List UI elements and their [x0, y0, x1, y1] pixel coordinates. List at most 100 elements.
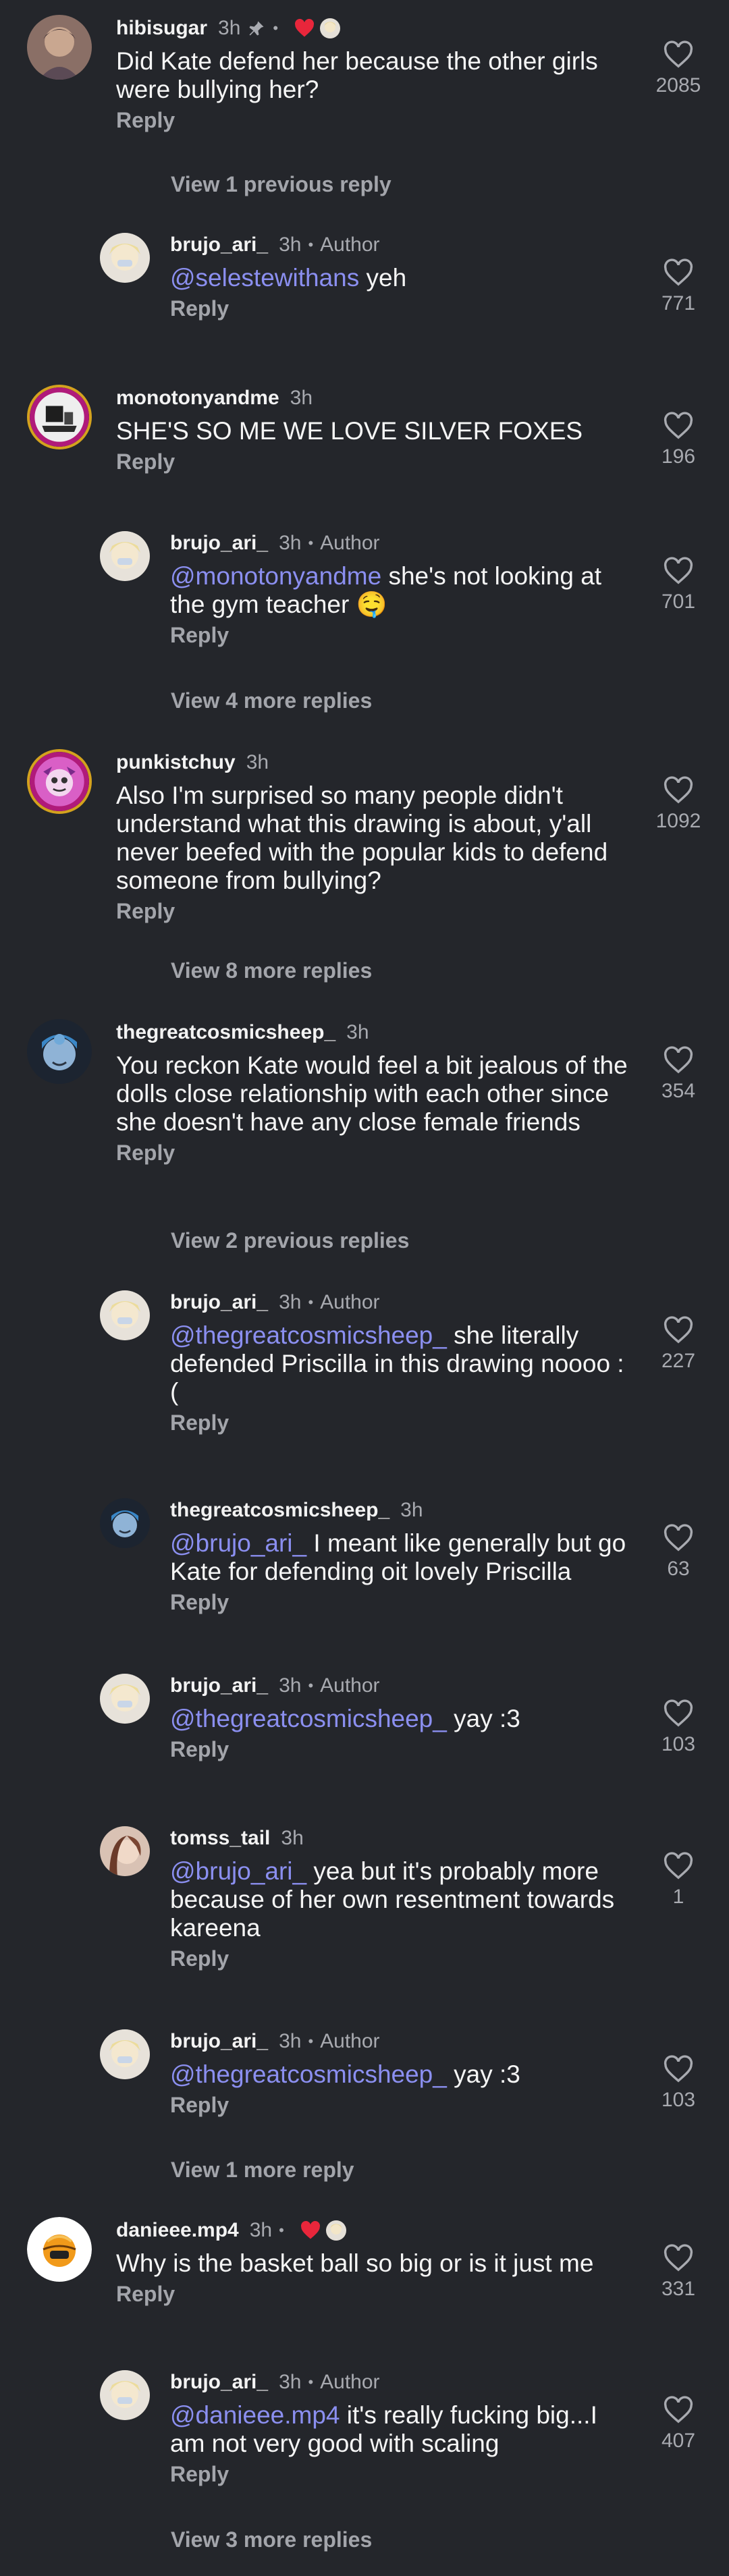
author-badge: Author: [320, 1674, 380, 1697]
avatar[interactable]: [100, 1290, 150, 1340]
heart-icon: [664, 1699, 693, 1727]
avatar[interactable]: [100, 233, 150, 283]
timestamp: 3h: [281, 1827, 304, 1849]
heart-icon: [664, 776, 693, 804]
reply-button[interactable]: Reply: [116, 108, 629, 133]
avatar[interactable]: [27, 15, 92, 80]
timestamp: 3h: [290, 387, 313, 409]
username[interactable]: punkistchuy: [116, 751, 236, 774]
username[interactable]: brujo_ari_: [170, 1674, 268, 1697]
avatar[interactable]: [27, 2217, 92, 2282]
reply-button[interactable]: Reply: [170, 2093, 629, 2118]
like-button[interactable]: 63: [648, 1524, 709, 1581]
comment-item: monotonyandme 3h SHE'S SO ME WE LOVE SIL…: [0, 385, 729, 493]
creator-liked-heart-icon: [300, 2220, 321, 2240]
heart-icon: [664, 258, 693, 286]
username[interactable]: monotonyandme: [116, 387, 279, 410]
author-badge: Author: [320, 532, 380, 554]
avatar[interactable]: [100, 1674, 150, 1724]
username[interactable]: brujo_ari_: [170, 2371, 268, 2394]
heart-icon: [664, 2055, 693, 2083]
like-button[interactable]: 1092: [648, 776, 709, 833]
like-button[interactable]: 2085: [648, 40, 709, 97]
creator-avatar-icon: [325, 2220, 346, 2241]
reply-button[interactable]: Reply: [116, 899, 629, 924]
view-replies-link[interactable]: View 2 previous replies: [171, 1228, 409, 1253]
comment-item: danieee.mp4 3h • Why is the basket ball …: [0, 2217, 729, 2325]
mention-link[interactable]: @thegreatcosmicsheep_: [170, 1321, 447, 1349]
timestamp: 3h: [249, 2219, 273, 2241]
like-button[interactable]: 227: [648, 1316, 709, 1373]
heart-icon: [664, 1524, 693, 1552]
username[interactable]: brujo_ari_: [170, 532, 268, 555]
like-button[interactable]: 771: [648, 258, 709, 315]
reply-button[interactable]: Reply: [170, 1410, 629, 1435]
separator-dot: •: [308, 2374, 314, 2390]
comment-item: thegreatcosmicsheep_ 3h You reckon Kate …: [0, 1019, 729, 1215]
like-button[interactable]: 1: [648, 1852, 709, 1909]
heart-icon: [664, 1046, 693, 1074]
like-button[interactable]: 331: [648, 2244, 709, 2301]
username[interactable]: thegreatcosmicsheep_: [116, 1021, 335, 1044]
view-replies-link[interactable]: View 3 more replies: [171, 2527, 372, 2552]
mention-link[interactable]: @brujo_ari_: [170, 1857, 306, 1885]
like-count: 354: [661, 1080, 696, 1102]
reply-button[interactable]: Reply: [170, 1590, 629, 1615]
reply-button[interactable]: Reply: [116, 2282, 629, 2307]
username[interactable]: brujo_ari_: [170, 234, 268, 256]
username[interactable]: brujo_ari_: [170, 1291, 268, 1314]
heart-icon: [664, 1852, 693, 1880]
timestamp: 3h: [279, 2030, 302, 2052]
avatar[interactable]: [100, 1498, 150, 1548]
creator-liked-heart-icon: [294, 18, 315, 38]
avatar[interactable]: [27, 1019, 92, 1084]
mention-link[interactable]: @selestewithans: [170, 264, 359, 292]
reply-item: brujo_ari_ 3h • Author @danieee.mp4 it's…: [0, 2369, 729, 2511]
mention-link[interactable]: @brujo_ari_: [170, 1529, 306, 1557]
like-count: 771: [661, 292, 696, 314]
comment-text: SHE'S SO ME WE LOVE SILVER FOXES: [116, 417, 583, 445]
reply-button[interactable]: Reply: [116, 1141, 629, 1166]
like-button[interactable]: 103: [648, 2055, 709, 2112]
author-badge: Author: [320, 234, 380, 256]
view-replies-link[interactable]: View 4 more replies: [171, 688, 372, 713]
avatar[interactable]: [100, 531, 150, 581]
username[interactable]: brujo_ari_: [170, 2030, 268, 2053]
reply-button[interactable]: Reply: [170, 623, 629, 648]
mention-link[interactable]: @danieee.mp4: [170, 2401, 340, 2429]
username[interactable]: danieee.mp4: [116, 2219, 239, 2242]
mention-link[interactable]: @monotonyandme: [170, 562, 381, 590]
avatar[interactable]: [100, 2029, 150, 2079]
username[interactable]: hibisugar: [116, 17, 207, 40]
like-button[interactable]: 701: [648, 557, 709, 613]
like-button[interactable]: 103: [648, 1699, 709, 1756]
avatar[interactable]: [27, 385, 92, 449]
comment-item: hibisugar 3h • Did Kate defend her becau…: [0, 15, 729, 157]
view-replies-link[interactable]: View 1 previous reply: [171, 172, 392, 197]
heart-icon: [664, 2396, 693, 2423]
timestamp: 3h: [279, 234, 302, 256]
username[interactable]: thegreatcosmicsheep_: [170, 1499, 389, 1522]
like-button[interactable]: 196: [648, 412, 709, 468]
separator-dot: •: [308, 236, 314, 253]
mention-link[interactable]: @thegreatcosmicsheep_: [170, 2060, 447, 2088]
reply-button[interactable]: Reply: [170, 1737, 629, 1762]
reply-item: brujo_ari_ 3h • Author @selestewithans y…: [0, 231, 729, 339]
reply-item: brujo_ari_ 3h • Author @monotonyandme sh…: [0, 530, 729, 665]
reply-button[interactable]: Reply: [170, 2462, 629, 2487]
mention-link[interactable]: @thegreatcosmicsheep_: [170, 1705, 447, 1732]
view-replies-link[interactable]: View 1 more reply: [171, 2158, 354, 2183]
reply-button[interactable]: Reply: [116, 449, 629, 474]
comment-text: Why is the basket ball so big or is it j…: [116, 2249, 594, 2277]
avatar[interactable]: [27, 749, 92, 814]
like-button[interactable]: 354: [648, 1046, 709, 1103]
username[interactable]: tomss_tail: [170, 1827, 270, 1850]
avatar[interactable]: [100, 1826, 150, 1876]
pin-icon: [247, 19, 266, 38]
reply-button[interactable]: Reply: [170, 1946, 629, 1971]
like-button[interactable]: 407: [648, 2396, 709, 2452]
reply-button[interactable]: Reply: [170, 296, 629, 321]
like-count: 331: [661, 2278, 696, 2300]
avatar[interactable]: [100, 2370, 150, 2420]
view-replies-link[interactable]: View 8 more replies: [171, 958, 372, 983]
